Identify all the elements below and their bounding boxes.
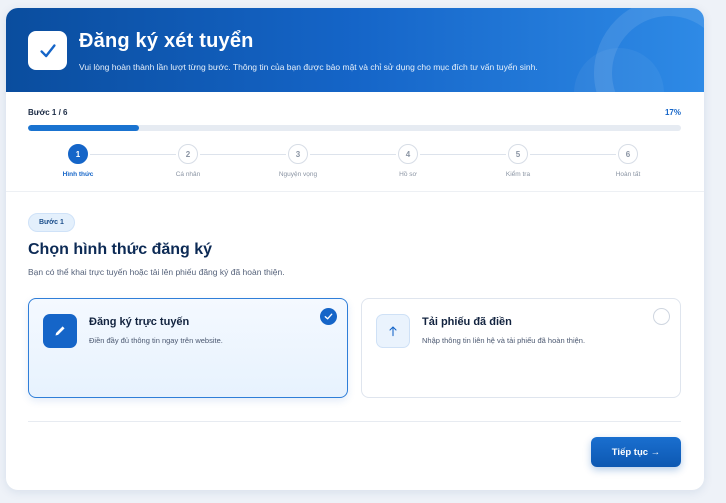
step-label: Hình thức: [62, 171, 94, 178]
step-item: 6 Hoàn tất: [598, 144, 658, 178]
option-online-registration[interactable]: Đăng ký trực tuyến Điền đầy đủ thông tin…: [28, 298, 348, 398]
step-label: Kiểm tra: [505, 171, 531, 178]
option-title: Tải phiếu đã điền: [422, 316, 512, 328]
step-label: Nguyện vọng: [278, 171, 318, 178]
page-subtitle: Vui lòng hoàn thành lần lượt từng bước. …: [79, 62, 538, 72]
step-number: 2: [178, 144, 198, 164]
logo: [28, 31, 67, 70]
registration-card: Đăng ký xét tuyển Vui lòng hoàn thành lầ…: [6, 8, 704, 490]
progress-percent: 17%: [664, 108, 681, 117]
option-description: Điền đầy đủ thông tin ngay trên website.: [89, 336, 223, 345]
divider: [28, 421, 681, 422]
step-item: 4 Hồ sơ: [378, 144, 438, 178]
step-item: 1 Hình thức: [48, 144, 108, 178]
page-header: Đăng ký xét tuyển Vui lòng hoàn thành lầ…: [6, 8, 704, 92]
step-item: 3 Nguyện vọng: [268, 144, 328, 178]
step-number: 1: [68, 144, 88, 164]
step-counter: Bước 1 / 6: [28, 108, 68, 117]
step-badge: Bước 1: [28, 213, 75, 232]
step-label: Hồ sơ: [399, 171, 417, 178]
step-number: 4: [398, 144, 418, 164]
section-title: Chọn hình thức đăng ký: [28, 241, 213, 258]
step-label: Cá nhân: [175, 171, 201, 178]
step-label: Hoàn tất: [615, 171, 641, 178]
option-title: Đăng ký trực tuyến: [89, 316, 190, 328]
step-item: 2 Cá nhân: [158, 144, 218, 178]
continue-button[interactable]: Tiếp tục →: [591, 437, 681, 467]
stepper: 1 Hình thức 2 Cá nhân 3 Nguyện vọng 4 Hồ sơ 5 Kiể…: [28, 144, 681, 184]
checkmark-icon: [39, 43, 56, 57]
upload-arrow-icon: [376, 314, 410, 348]
radio-button[interactable]: [653, 308, 670, 325]
option-description: Nhập thông tin liên hệ và tải phiếu đã h…: [422, 336, 586, 345]
option-upload-form[interactable]: Tải phiếu đã điền Nhập thông tin liên hệ…: [361, 298, 681, 398]
pencil-icon: [43, 314, 77, 348]
progress-bar: [28, 125, 681, 131]
divider: [6, 191, 704, 192]
page-title: Đăng ký xét tuyển: [79, 30, 254, 52]
step-number: 3: [288, 144, 308, 164]
step-number: 6: [618, 144, 638, 164]
step-number: 5: [508, 144, 528, 164]
section-description: Bạn có thể khai trực tuyến hoặc tải lên …: [28, 267, 285, 277]
step-item: 5 Kiểm tra: [488, 144, 548, 178]
selected-check-icon: [320, 308, 337, 325]
progress-bar-fill: [28, 125, 139, 131]
